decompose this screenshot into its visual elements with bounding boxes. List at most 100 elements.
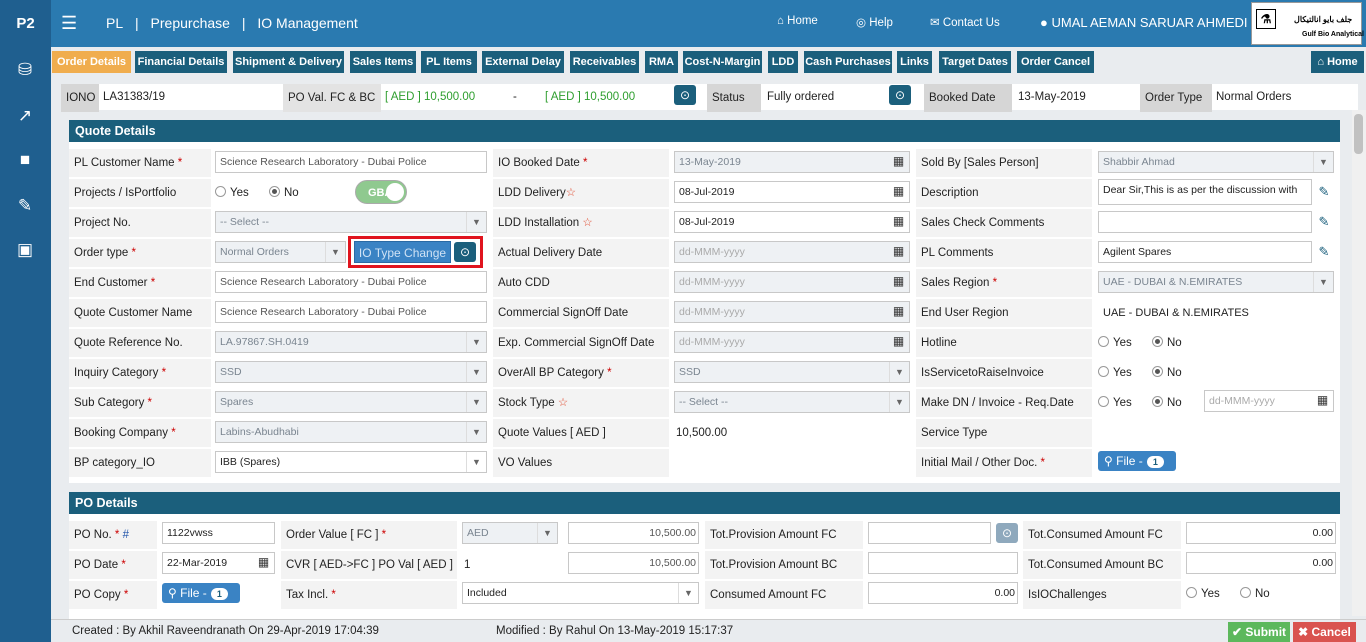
edit-pl-comments-icon[interactable]: ✎ bbox=[1313, 241, 1335, 263]
tab-financial-details[interactable]: Financial Details bbox=[135, 51, 227, 73]
make-dn-no-radio[interactable]: No bbox=[1152, 389, 1182, 417]
order-value-amount-input[interactable]: 10,500.00 bbox=[568, 522, 699, 544]
hotline-yes-radio[interactable]: Yes bbox=[1098, 329, 1132, 357]
tab-links[interactable]: Links bbox=[897, 51, 932, 73]
page-scrollbar[interactable] bbox=[1352, 110, 1366, 616]
tab-shipment-delivery[interactable]: Shipment & Delivery bbox=[233, 51, 344, 73]
money-icon[interactable]: ▣ bbox=[13, 240, 37, 262]
calendar-icon[interactable]: ▦ bbox=[890, 303, 907, 320]
tab-pl-items[interactable]: PL Items bbox=[421, 51, 477, 73]
vo-values-label: VO Values bbox=[493, 449, 669, 477]
gba-toggle[interactable]: GBA bbox=[355, 180, 407, 204]
sales-check-comments-input[interactable] bbox=[1098, 211, 1312, 233]
tab-order-cancel[interactable]: Order Cancel bbox=[1017, 51, 1094, 73]
po-no-input[interactable]: 1122vwss bbox=[162, 522, 275, 544]
sold-by-select[interactable]: Shabbir Ahmad ▼ bbox=[1098, 151, 1334, 173]
is-io-challenges-yes-radio[interactable]: Yes bbox=[1186, 580, 1220, 608]
is-service-no-radio[interactable]: No bbox=[1152, 359, 1182, 387]
tot-provision-fc-input[interactable] bbox=[868, 522, 991, 544]
calendar-icon[interactable]: ▦ bbox=[255, 554, 272, 571]
truck-icon[interactable]: ■ bbox=[13, 150, 37, 172]
scrollbar-thumb[interactable] bbox=[1354, 114, 1363, 154]
sub-category-select[interactable]: Spares ▼ bbox=[215, 391, 487, 413]
tab-rma[interactable]: RMA bbox=[645, 51, 678, 73]
order-type-select[interactable]: Normal Orders ▼ bbox=[215, 241, 346, 263]
ldd-installation-input[interactable]: 08-Jul-2019 ▦ bbox=[674, 211, 910, 233]
make-dn-yes-radio[interactable]: Yes bbox=[1098, 389, 1132, 417]
po-val-info-button[interactable]: ⊙ bbox=[674, 85, 696, 105]
projects-yes-radio[interactable]: Yes bbox=[215, 179, 249, 207]
calendar-icon[interactable]: ▦ bbox=[890, 213, 907, 230]
cancel-button[interactable]: ✖ Cancel bbox=[1293, 622, 1356, 642]
cvr-amount-input[interactable]: 10,500.00 bbox=[568, 552, 699, 574]
edit-sales-check-comments-icon[interactable]: ✎ bbox=[1313, 211, 1335, 233]
tot-provision-bc-input[interactable] bbox=[868, 552, 1018, 574]
calendar-icon[interactable]: ▦ bbox=[890, 243, 907, 260]
ldd-delivery-input[interactable]: 08-Jul-2019 ▦ bbox=[674, 181, 910, 203]
tab-order-details[interactable]: Order Details bbox=[52, 51, 131, 73]
home-button[interactable]: ⌂ Home bbox=[1311, 51, 1364, 73]
consumed-fc-input[interactable]: 0.00 bbox=[868, 582, 1018, 604]
is-service-yes-radio[interactable]: Yes bbox=[1098, 359, 1132, 387]
edit-description-icon[interactable]: ✎ bbox=[1313, 181, 1335, 203]
order-value-currency-select[interactable]: AED ▼ bbox=[462, 522, 558, 544]
provision-info-button[interactable]: ⊙ bbox=[996, 523, 1018, 543]
menu-toggle-icon[interactable]: ☰ bbox=[61, 14, 77, 32]
breadcrumb-io-management[interactable]: IO Management bbox=[257, 15, 357, 31]
tab-external-delay[interactable]: External Delay bbox=[482, 51, 564, 73]
description-textarea[interactable]: Dear Sir,This is as per the discussion w… bbox=[1098, 179, 1312, 205]
calendar-icon[interactable]: ▦ bbox=[890, 183, 907, 200]
project-no-select[interactable]: -- Select -- ▼ bbox=[215, 211, 487, 233]
commercial-signoff-input[interactable]: dd-MMM-yyyy ▦ bbox=[674, 301, 910, 323]
database-icon[interactable]: ⛁ bbox=[13, 60, 37, 82]
tab-cash-purchases[interactable]: Cash Purchases bbox=[804, 51, 892, 73]
breadcrumb-prepurchase[interactable]: Prepurchase bbox=[151, 15, 230, 31]
tab-cost-n-margin[interactable]: Cost-N-Margin bbox=[683, 51, 762, 73]
nav-help[interactable]: ◎ Help bbox=[856, 15, 893, 29]
status-info-button[interactable]: ⊙ bbox=[889, 85, 911, 105]
io-type-change-button[interactable]: IO Type Change bbox=[354, 241, 451, 263]
chart-icon[interactable]: ↗ bbox=[13, 106, 37, 128]
auto-cdd-input[interactable]: dd-MMM-yyyy ▦ bbox=[674, 271, 910, 293]
tab-target-dates[interactable]: Target Dates bbox=[939, 51, 1011, 73]
tab-sales-items[interactable]: Sales Items bbox=[350, 51, 416, 73]
calendar-icon[interactable]: ▦ bbox=[890, 273, 907, 290]
tax-incl-select[interactable]: Included ▼ bbox=[462, 582, 699, 604]
overall-bp-category-select[interactable]: SSD ▼ bbox=[674, 361, 910, 383]
breadcrumb-pl[interactable]: PL bbox=[106, 15, 123, 31]
pl-comments-input[interactable]: Agilent Spares bbox=[1098, 241, 1312, 263]
calendar-icon[interactable]: ▦ bbox=[1314, 392, 1331, 409]
io-booked-date-input[interactable]: 13-May-2019 ▦ bbox=[674, 151, 910, 173]
calendar-icon[interactable]: ▦ bbox=[890, 153, 907, 170]
bp-category-select[interactable]: IBB (Spares) ▼ bbox=[215, 451, 487, 473]
is-io-challenges-no-radio[interactable]: No bbox=[1240, 580, 1270, 608]
app-logo[interactable]: P2 bbox=[0, 0, 51, 47]
actual-delivery-input[interactable]: dd-MMM-yyyy ▦ bbox=[674, 241, 910, 263]
initial-mail-file-button[interactable]: ⚲ File -1 bbox=[1098, 451, 1176, 471]
inquiry-category-select[interactable]: SSD ▼ bbox=[215, 361, 487, 383]
pl-customer-name-input[interactable]: Science Research Laboratory - Dubai Poli… bbox=[215, 151, 487, 173]
quote-customer-name-input[interactable]: Science Research Laboratory - Dubai Poli… bbox=[215, 301, 487, 323]
sales-region-select[interactable]: UAE - DUBAI & N.EMIRATES ▼ bbox=[1098, 271, 1334, 293]
nav-user[interactable]: ● UMAL AEMAN SARUAR AHMEDI bbox=[1040, 15, 1248, 30]
nav-home[interactable]: ⌂ Home bbox=[777, 15, 818, 27]
po-date-input[interactable]: 22-Mar-2019 ▦ bbox=[162, 552, 275, 574]
tot-consumed-bc-input[interactable]: 0.00 bbox=[1186, 552, 1336, 574]
po-copy-file-button[interactable]: ⚲ File -1 bbox=[162, 583, 240, 603]
stock-type-select[interactable]: -- Select -- ▼ bbox=[674, 391, 910, 413]
make-dn-date-input[interactable]: dd-MMM-yyyy ▦ bbox=[1204, 390, 1334, 412]
wrench-icon[interactable]: ✎ bbox=[13, 196, 37, 218]
quote-reference-select[interactable]: LA.97867.SH.0419 ▼ bbox=[215, 331, 487, 353]
booking-company-select[interactable]: Labins-Abudhabi ▼ bbox=[215, 421, 487, 443]
tab-ldd[interactable]: LDD bbox=[768, 51, 798, 73]
hotline-no-radio[interactable]: No bbox=[1152, 329, 1182, 357]
nav-contact[interactable]: ✉ Contact Us bbox=[930, 15, 1000, 29]
projects-no-radio[interactable]: No bbox=[269, 179, 299, 207]
calendar-icon[interactable]: ▦ bbox=[890, 333, 907, 350]
tot-consumed-fc-input[interactable]: 0.00 bbox=[1186, 522, 1336, 544]
tab-receivables[interactable]: Receivables bbox=[570, 51, 639, 73]
submit-button[interactable]: ✔ Submit bbox=[1228, 622, 1290, 642]
io-type-change-info-button[interactable]: ⊙ bbox=[454, 242, 476, 262]
exp-commercial-signoff-input[interactable]: dd-MMM-yyyy ▦ bbox=[674, 331, 910, 353]
end-customer-input[interactable]: Science Research Laboratory - Dubai Poli… bbox=[215, 271, 487, 293]
